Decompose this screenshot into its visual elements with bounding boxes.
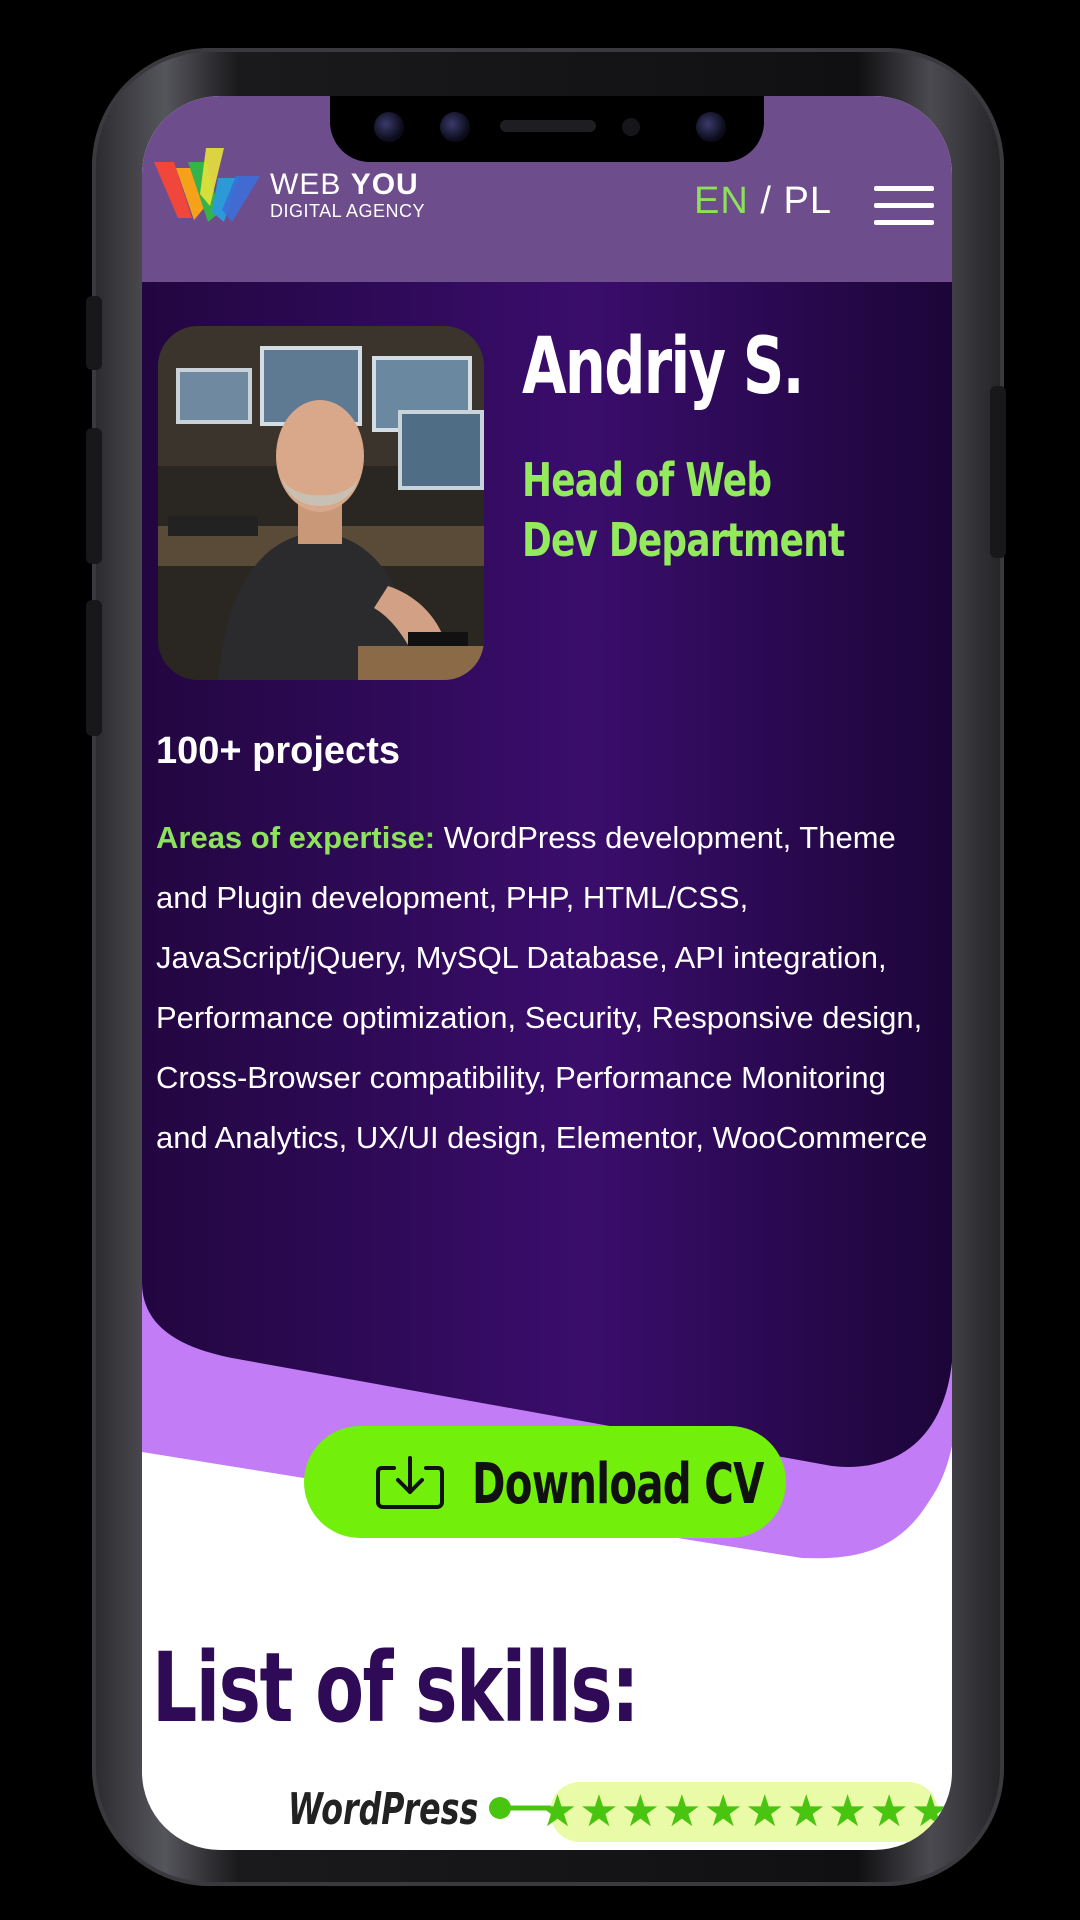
brand-tagline: DIGITAL AGENCY bbox=[270, 201, 426, 221]
skill-rating: ★ ★ ★ ★ ★ ★ ★ ★ ★ ★ bbox=[538, 1782, 950, 1842]
projects-count: 100+ projects bbox=[156, 730, 400, 772]
star-icon: ★ bbox=[703, 1786, 743, 1837]
skill-name: WordPress bbox=[288, 1784, 479, 1835]
profile-role: Head of Web Dev Department bbox=[522, 453, 845, 567]
skill-row: WordPress ★ ★ ★ ★ ★ ★ ★ ★ ★ ★ bbox=[142, 1776, 952, 1850]
phone-mute-switch bbox=[86, 296, 102, 370]
brand-name-light: WEB bbox=[270, 168, 342, 201]
brand-name-bold: YOU bbox=[350, 168, 419, 201]
star-icon: ★ bbox=[869, 1786, 909, 1837]
camera-icon bbox=[374, 112, 404, 142]
profile-hero: Andriy S. Head of Web Dev Department 100… bbox=[142, 282, 952, 1722]
star-icon: ★ bbox=[537, 1786, 578, 1837]
language-separator: / bbox=[760, 180, 772, 222]
star-icon: ★ bbox=[662, 1786, 702, 1837]
expertise-paragraph: Areas of expertise: WordPress developmen… bbox=[156, 808, 936, 1168]
star-icon: ★ bbox=[745, 1786, 785, 1837]
phone-notch bbox=[330, 96, 764, 162]
camera-icon bbox=[696, 112, 726, 142]
profile-photo bbox=[158, 326, 484, 680]
download-icon bbox=[376, 1456, 444, 1509]
hamburger-menu-icon[interactable] bbox=[874, 186, 934, 226]
phone-screen: WEB YOU DIGITAL AGENCY EN / PL Andriy S.… bbox=[142, 96, 952, 1850]
language-pl[interactable]: PL bbox=[783, 180, 831, 222]
language-switcher: EN / PL bbox=[694, 180, 832, 223]
speaker-grille bbox=[500, 120, 596, 132]
expertise-text: WordPress development, Theme and Plugin … bbox=[156, 820, 928, 1155]
brand-wordmark[interactable]: WEB YOU DIGITAL AGENCY bbox=[270, 170, 425, 222]
sensor-dot bbox=[622, 118, 640, 136]
star-icon: ★ bbox=[620, 1786, 661, 1837]
phone-volume-down bbox=[86, 600, 102, 736]
download-cv-button[interactable]: Download CV bbox=[304, 1426, 786, 1538]
star-icon: ★ bbox=[579, 1786, 619, 1837]
profile-name: Andriy S. bbox=[522, 322, 805, 412]
language-en[interactable]: EN bbox=[694, 180, 749, 222]
phone-volume-up bbox=[86, 428, 102, 564]
star-icon: ★ bbox=[786, 1786, 826, 1837]
expertise-label: Areas of expertise: bbox=[156, 820, 436, 855]
phone-power-button bbox=[990, 386, 1006, 558]
webyou-logo-icon[interactable] bbox=[154, 148, 260, 224]
download-cv-label: Download CV bbox=[472, 1452, 764, 1517]
skills-title: List of skills: bbox=[152, 1632, 640, 1744]
camera-icon bbox=[440, 112, 470, 142]
star-icon: ★ bbox=[910, 1786, 951, 1837]
star-icon: ★ bbox=[827, 1786, 868, 1837]
